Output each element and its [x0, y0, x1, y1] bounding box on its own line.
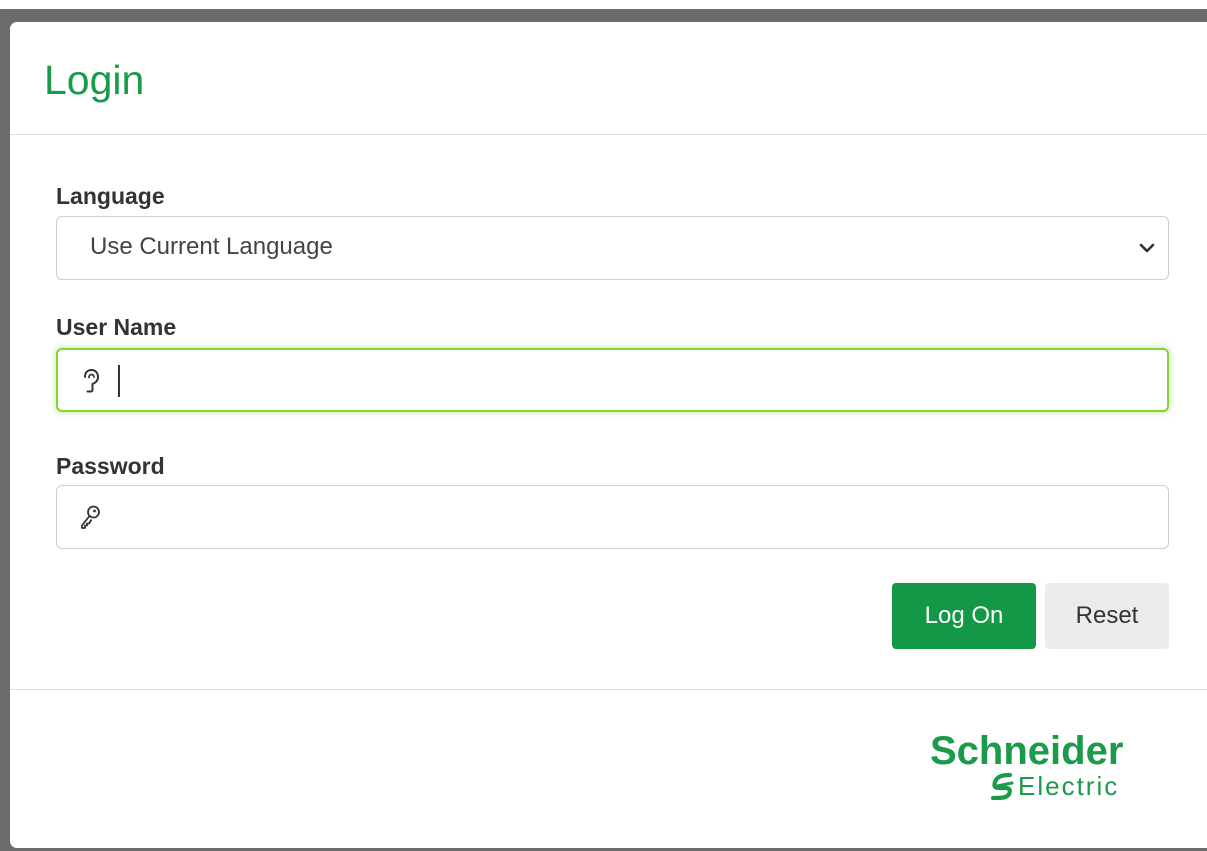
dialog-header: Login	[10, 22, 1207, 135]
logo-wordmark-top: Schneider	[930, 729, 1124, 773]
chevron-down-icon	[1139, 243, 1155, 253]
logo-mark-icon	[990, 772, 1014, 800]
schneider-electric-logo: Schneider Electric	[930, 728, 1170, 808]
dialog-footer: Schneider Electric	[10, 689, 1207, 848]
password-field[interactable]	[56, 485, 1169, 549]
username-label: User Name	[56, 314, 177, 340]
text-cursor	[118, 365, 120, 397]
background-page-strip	[0, 0, 1207, 9]
username-field[interactable]	[56, 348, 1169, 412]
reset-button[interactable]: Reset	[1045, 583, 1169, 649]
login-dialog: Login Language Use Current Language User…	[10, 22, 1207, 848]
language-label: Language	[56, 183, 165, 209]
key-icon	[81, 505, 100, 529]
logo-wordmark-bottom: Electric	[1018, 771, 1120, 801]
dialog-title: Login	[44, 57, 145, 103]
language-select-value: Use Current Language	[90, 233, 333, 260]
language-select[interactable]: Use Current Language	[56, 216, 1169, 280]
log-on-button[interactable]: Log On	[892, 583, 1036, 649]
user-icon	[84, 368, 100, 393]
password-label: Password	[56, 453, 165, 479]
